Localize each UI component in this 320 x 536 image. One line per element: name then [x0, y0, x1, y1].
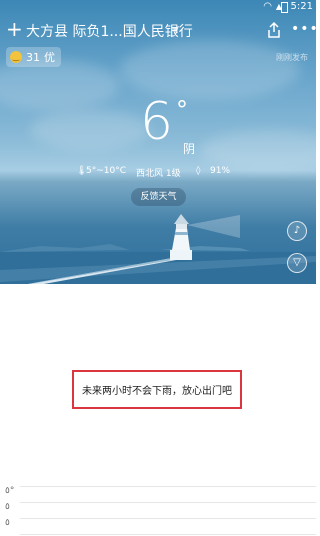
weather-hero: ◠ ▲ 5:21 + 大方县 际负1...国人民银行 ••• ‿ 31 优 刚刚…: [0, 0, 316, 284]
more-dots-icon[interactable]: •••: [291, 21, 316, 37]
temperature-range: 5°~10°C: [86, 166, 127, 176]
weather-stats: 🌡︎ 5°~10°C 西北风 1级 ◊ 91%: [0, 166, 316, 180]
humidity-value: 91%: [210, 166, 231, 176]
weather-condition: 阴: [183, 142, 196, 156]
share-icon[interactable]: [266, 21, 282, 39]
chart-gridline: [20, 518, 316, 519]
chart-gridline: [20, 486, 316, 487]
clock: 5:21: [290, 1, 313, 12]
chart-gridline: [20, 534, 316, 535]
location-title[interactable]: 大方县 际负1...国人民银行: [26, 21, 193, 41]
humidity-icon: ◊: [196, 166, 201, 176]
broadcast-icon[interactable]: ♪: [287, 221, 307, 241]
battery-icon: [281, 2, 288, 13]
rain-forecast-box: 未来两小时不会下雨，放心出门吧: [72, 370, 242, 409]
navigation-arrow-icon: [171, 26, 179, 34]
top-bar: + 大方县 际负1...国人民银行 •••: [0, 18, 316, 44]
rain-level-icons: ٥° ٥ ٥: [5, 486, 21, 534]
feedback-weather-button[interactable]: 反馈天气: [131, 188, 186, 206]
wind-info: 西北风 1级: [136, 169, 181, 179]
moderate-rain-icon: ٥: [5, 502, 10, 512]
current-temperature: 6: [140, 92, 174, 152]
rain-forecast-text: 未来两小时不会下雨，放心出门吧: [82, 386, 232, 397]
smile-face-icon: ‿: [10, 51, 22, 63]
degree-symbol: °: [176, 96, 188, 124]
aqi-value: 31: [26, 50, 40, 64]
chart-gridline: [20, 502, 316, 503]
light-rain-icon: ٥: [5, 518, 10, 528]
wifi-icon: ◠: [263, 1, 272, 12]
plus-icon[interactable]: +: [6, 19, 23, 39]
status-bar: ◠ ▲ 5:21: [0, 0, 316, 14]
publish-status: 刚刚发布: [276, 53, 308, 62]
aqi-level: 优: [44, 51, 55, 64]
aqi-badge[interactable]: ‿ 31 优: [6, 47, 61, 67]
heavy-rain-icon: ٥°: [5, 486, 15, 496]
clothes-icon[interactable]: ▽: [287, 253, 307, 273]
